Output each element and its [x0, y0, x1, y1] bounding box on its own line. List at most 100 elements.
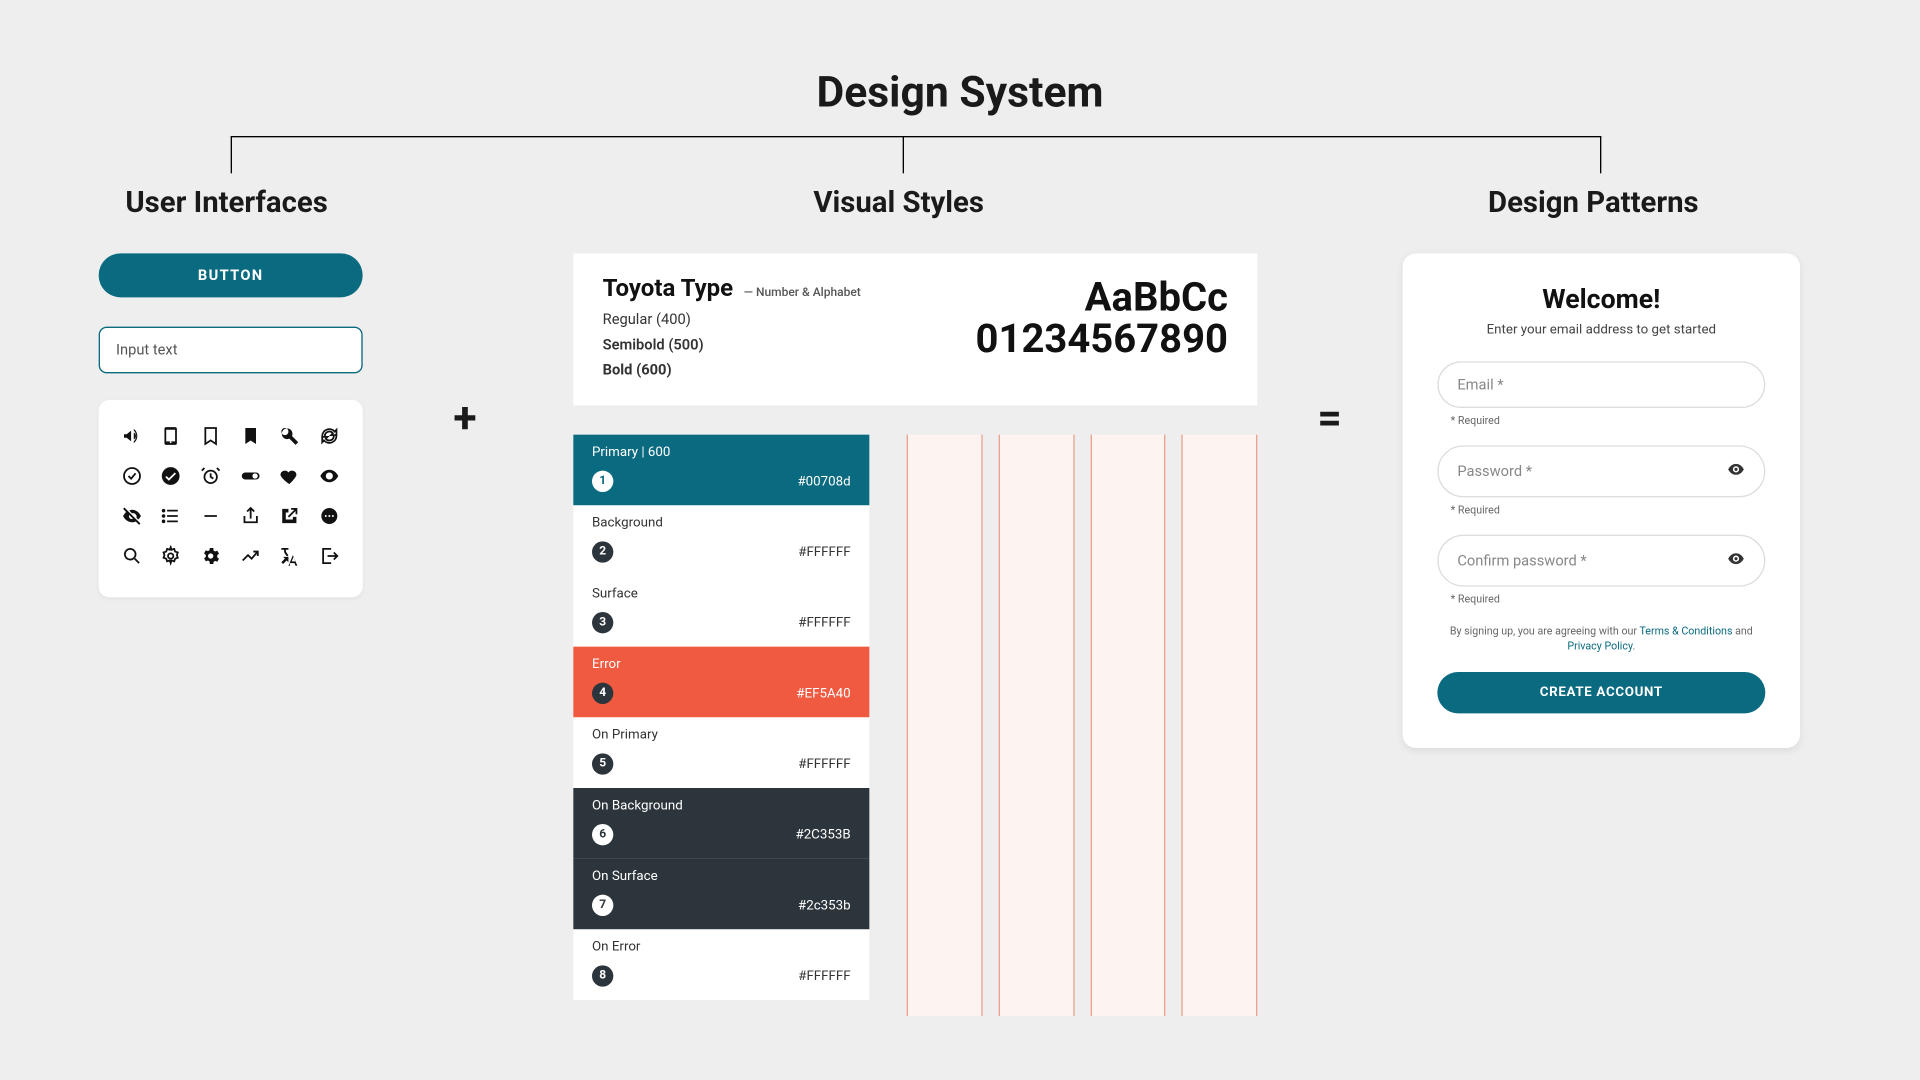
column-header-dp: Design Patterns	[1488, 187, 1699, 220]
visibility-off-icon	[121, 505, 142, 532]
color-row: On Primary 5 #FFFFFF	[573, 717, 869, 788]
page-title: Design System	[0, 67, 1920, 118]
typeface-sub: — Number & Alphabet	[744, 287, 861, 300]
spacer-col	[998, 435, 1074, 1016]
spacer-col	[1182, 435, 1258, 1016]
color-name: On Surface	[592, 869, 851, 884]
color-hex: #FFFFFF	[798, 969, 850, 984]
list-icon	[161, 505, 182, 532]
color-row: On Surface 7 #2c353b	[573, 859, 869, 930]
color-swatch: 4	[592, 683, 613, 704]
type-sample-num: 01234567890	[976, 316, 1228, 363]
campaign-icon	[121, 425, 142, 452]
color-row: On Error8#FFFFFF	[573, 929, 869, 1000]
icon-palette-card	[99, 400, 363, 597]
build-icon	[279, 425, 300, 452]
type-sample-alpha: AaBbCc	[976, 275, 1228, 322]
weight-regular: Regular (400)	[603, 311, 861, 328]
toggle-on-icon	[240, 465, 261, 492]
equals-operator: =	[1317, 392, 1341, 443]
color-name: Error	[592, 657, 851, 672]
weight-bold: Bold (600)	[603, 361, 861, 378]
color-hex: #2c353b	[798, 898, 851, 913]
email-placeholder: Email *	[1457, 376, 1503, 393]
form-subtitle: Enter your email address to get started	[1437, 323, 1765, 338]
bookmark-border-icon	[200, 425, 221, 452]
color-swatch: 7	[592, 895, 613, 916]
ios-share-icon	[240, 505, 261, 532]
plus-operator: +	[453, 392, 476, 443]
color-hex: #FFFFFF	[798, 615, 850, 630]
connector-bracket	[231, 136, 1602, 176]
favorite-icon	[279, 465, 300, 492]
visibility-icon[interactable]	[1727, 460, 1746, 483]
check-circle-icon	[161, 465, 182, 492]
spacer-col	[907, 435, 983, 1016]
color-hex: #FFFFFF	[798, 545, 850, 560]
terms-link[interactable]: Terms & Conditions	[1639, 625, 1732, 637]
confirm-placeholder: Confirm password *	[1457, 552, 1586, 569]
visibility-icon	[319, 465, 340, 492]
design-patterns-column: Welcome! Enter your email address to get…	[1403, 253, 1800, 748]
color-swatch: 2	[592, 541, 613, 562]
create-account-button[interactable]: CREATE ACCOUNT	[1437, 672, 1765, 713]
column-header-ui: User Interfaces	[125, 187, 327, 220]
color-swatch: 1	[592, 471, 613, 492]
trending-icon	[240, 545, 261, 572]
settings-icon	[200, 545, 221, 572]
color-row: Surface 3 #FFFFFF	[573, 576, 869, 647]
color-row: Background 2 #FFFFFF	[573, 505, 869, 576]
signup-form-card: Welcome! Enter your email address to get…	[1403, 253, 1800, 748]
user-interfaces-column: BUTTON Input text	[99, 253, 363, 597]
column-header-vs: Visual Styles	[813, 187, 984, 220]
required-hint: * Required	[1451, 504, 1766, 516]
color-swatch: 5	[592, 753, 613, 774]
form-title: Welcome!	[1437, 283, 1765, 315]
required-hint: * Required	[1451, 593, 1766, 605]
sync-icon	[319, 425, 340, 452]
color-name: On Primary	[592, 728, 851, 743]
more-horiz-icon	[319, 505, 340, 532]
password-placeholder: Password *	[1457, 463, 1532, 480]
color-hex: #FFFFFF	[798, 757, 850, 772]
color-hex: #2C353B	[795, 827, 850, 842]
privacy-link[interactable]: Privacy Policy	[1567, 640, 1632, 652]
settings-outline-icon	[161, 545, 182, 572]
color-palette: Primary | 6001#00708dBackground2#FFFFFFS…	[573, 435, 869, 1016]
bookmark-icon	[240, 425, 261, 452]
color-hex: #EF5A40	[796, 686, 850, 701]
remove-icon	[200, 505, 221, 532]
translate-icon	[279, 545, 300, 572]
search-icon	[121, 545, 142, 572]
color-name: Surface	[592, 587, 851, 602]
email-field[interactable]: Email *	[1437, 361, 1765, 408]
check-circle-outline-icon	[121, 465, 142, 492]
color-name: Primary | 600	[592, 445, 851, 460]
typography-card: Toyota Type — Number & Alphabet Regular …	[573, 253, 1257, 405]
spacer-col	[1090, 435, 1166, 1016]
sample-button[interactable]: BUTTON	[99, 253, 363, 297]
smartphone-icon	[161, 425, 182, 452]
visibility-icon[interactable]	[1727, 549, 1746, 572]
color-swatch: 3	[592, 612, 613, 633]
spacing-guide	[907, 435, 1258, 1016]
sample-input[interactable]: Input text	[99, 327, 363, 374]
color-swatch: 8	[592, 965, 613, 986]
required-hint: * Required	[1451, 415, 1766, 427]
password-field[interactable]: Password *	[1437, 445, 1765, 497]
terms-text: By signing up, you are agreeing with our…	[1437, 624, 1765, 654]
logout-icon	[319, 545, 340, 572]
color-swatch: 6	[592, 824, 613, 845]
color-hex: #00708d	[797, 474, 850, 489]
typeface-name: Toyota Type	[603, 275, 733, 303]
open-in-new-icon	[279, 505, 300, 532]
color-name: Background	[592, 516, 851, 531]
color-name: On Background	[592, 799, 851, 814]
confirm-password-field[interactable]: Confirm password *	[1437, 535, 1765, 587]
color-row: Error 4 #EF5A40	[573, 647, 869, 718]
color-row: On Background 6 #2C353B	[573, 788, 869, 859]
weight-semibold: Semibold (500)	[603, 336, 861, 353]
alarm-icon	[200, 465, 221, 492]
visual-styles-column: Toyota Type — Number & Alphabet Regular …	[573, 253, 1257, 1016]
color-row: Primary | 600 1 #00708d	[573, 435, 869, 506]
